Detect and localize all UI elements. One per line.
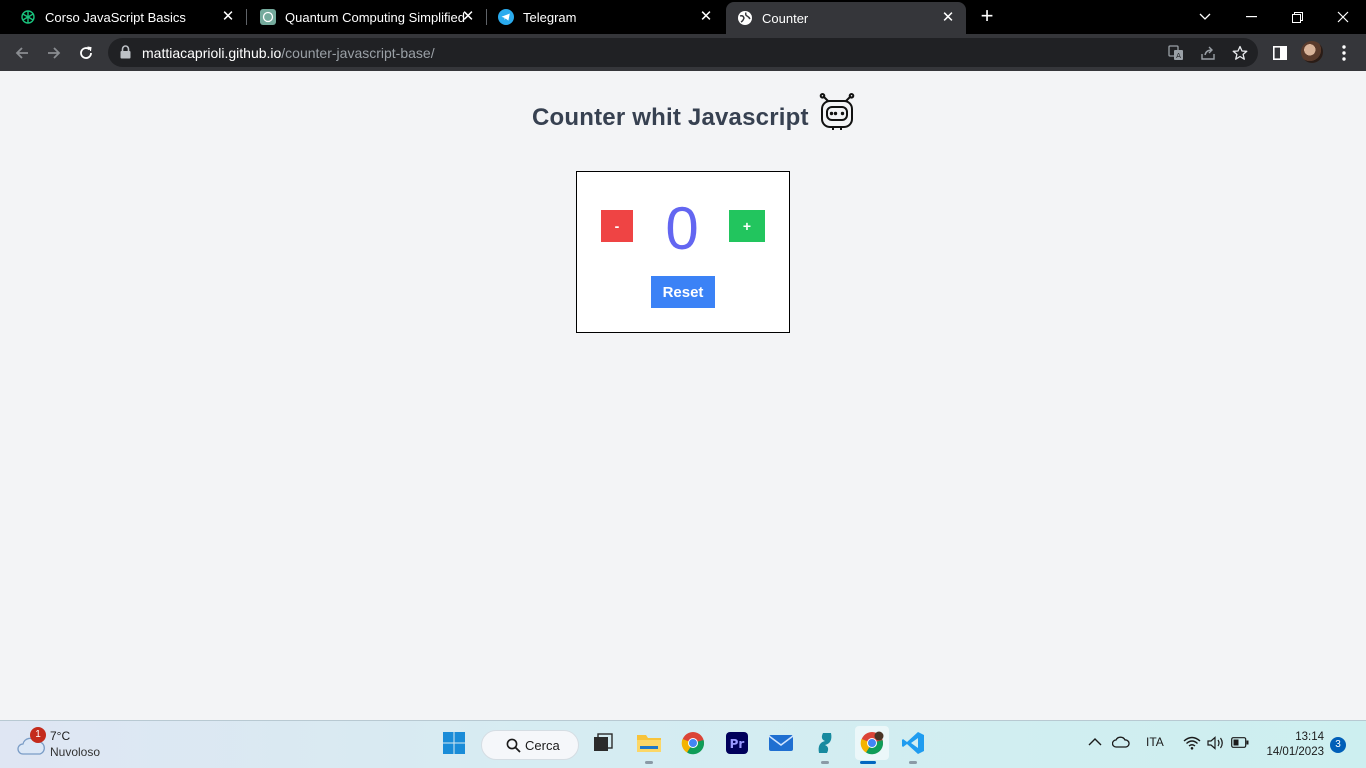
premiere-icon: Pr [726,732,748,754]
surfshark-icon [818,733,832,753]
close-icon[interactable]: ✕ [940,10,956,26]
increment-button[interactable]: + [729,210,765,242]
running-indicator [909,761,917,764]
translate-icon[interactable]: A [1167,44,1185,62]
tab-title: Telegram [523,9,577,25]
reload-button[interactable] [74,41,98,65]
clock-date: 14/01/2023 [1266,746,1324,758]
lock-icon [120,45,131,64]
close-icon[interactable]: ✕ [220,9,236,25]
chevron-up-icon[interactable] [1088,736,1102,750]
url-host: mattiacaprioli.github.io [142,45,282,61]
robot-icon [817,92,857,137]
active-indicator [860,761,876,764]
chrome-button[interactable] [679,729,707,757]
mail-icon [768,735,794,751]
vscode-icon [902,732,924,754]
file-explorer-button[interactable] [635,729,663,757]
reload-icon [80,46,92,59]
notification-badge[interactable]: 3 [1330,737,1346,753]
battery-icon[interactable] [1231,737,1249,751]
wifi-icon[interactable] [1183,736,1201,753]
counter-value: 0 [665,195,699,262]
openai-icon [20,9,36,25]
tab-counter[interactable]: Counter ✕ [726,2,966,34]
volume-icon[interactable] [1207,736,1225,753]
tab-quantum-computing[interactable]: Quantum Computing Simplified ✕ [240,0,486,34]
tab-title: Corso JavaScript Basics [45,9,186,25]
windows-logo-icon [443,732,465,754]
folder-icon [637,735,661,752]
running-indicator [821,761,829,764]
url-text: mattiacaprioli.github.io/counter-javascr… [142,45,435,61]
page-title: Counter whit Javascript [532,104,809,131]
chrome-icon [860,731,884,755]
url-path: /counter-javascript-base/ [281,45,435,61]
tab-corso-javascript[interactable]: Corso JavaScript Basics ✕ [0,0,246,34]
close-icon [1337,11,1349,23]
chatgpt-icon [260,9,276,25]
surfshark-button[interactable] [811,729,839,757]
tab-strip: Corso JavaScript Basics ✕ Quantum Comput… [0,0,1366,34]
search-label: Cerca [525,738,560,753]
bookmark-star-icon[interactable] [1231,44,1249,62]
minimize-button[interactable] [1228,0,1274,34]
share-icon[interactable] [1199,44,1217,62]
vscode-button[interactable] [899,729,927,757]
close-icon[interactable]: ✕ [698,9,714,25]
forward-button[interactable] [42,41,66,65]
arrow-right-icon [48,47,61,59]
reset-button[interactable]: Reset [651,276,715,308]
arrow-left-icon [15,47,28,59]
profile-avatar[interactable] [1301,41,1323,63]
chevron-down-icon [1199,13,1211,20]
chrome-icon [681,732,705,755]
restore-button[interactable] [1274,0,1320,34]
weather-condition: Nuvoloso [50,745,101,759]
running-indicator [645,761,653,764]
start-button[interactable] [440,729,468,757]
taskbar-search[interactable]: Cerca [481,730,579,760]
weather-badge: 1 [30,727,46,743]
tab-search-button[interactable] [1182,0,1228,34]
browser-toolbar: mattiacaprioli.github.io/counter-javascr… [0,34,1366,71]
task-view-icon [594,733,613,751]
weather-temp: 7°C [50,729,71,743]
language-indicator[interactable]: ITA [1146,735,1164,749]
minimize-icon [1245,16,1257,18]
side-panel-icon[interactable] [1270,43,1290,63]
more-menu-icon[interactable] [1334,43,1354,63]
close-window-button[interactable] [1320,0,1366,34]
onedrive-icon[interactable] [1111,736,1130,751]
close-icon[interactable]: ✕ [460,9,476,25]
new-tab-button[interactable]: + [977,5,997,27]
page-content: Counter whit Javascript - 0 + Reset [0,71,1366,720]
back-button[interactable] [10,41,34,65]
tab-telegram[interactable]: Telegram ✕ [478,0,724,34]
windows-taskbar: 1 7°C Nuvoloso Cerca Pr ITA 13:14 14/01/… [0,720,1366,768]
mail-button[interactable] [767,729,795,757]
task-view-button[interactable] [589,729,617,757]
counter-card: - 0 + Reset [576,171,790,333]
search-icon [506,738,521,753]
page-heading: Counter whit Javascript [532,92,857,133]
premiere-button[interactable]: Pr [723,729,751,757]
chrome-profile-button[interactable] [855,726,889,760]
weather-widget[interactable]: 1 7°C Nuvoloso [16,727,116,763]
globe-icon [737,10,753,26]
address-bar[interactable]: mattiacaprioli.github.io/counter-javascr… [108,38,1258,67]
tab-title: Counter [762,10,809,26]
tab-title: Quantum Computing Simplified [285,9,465,25]
decrement-button[interactable]: - [601,210,633,242]
system-clock[interactable]: 13:14 14/01/2023 [1262,730,1324,760]
svg-text:A: A [1176,52,1181,60]
svg-text:Pr: Pr [730,737,745,751]
telegram-icon [498,9,514,25]
clock-time: 13:14 [1295,731,1324,743]
restore-icon [1291,11,1303,23]
